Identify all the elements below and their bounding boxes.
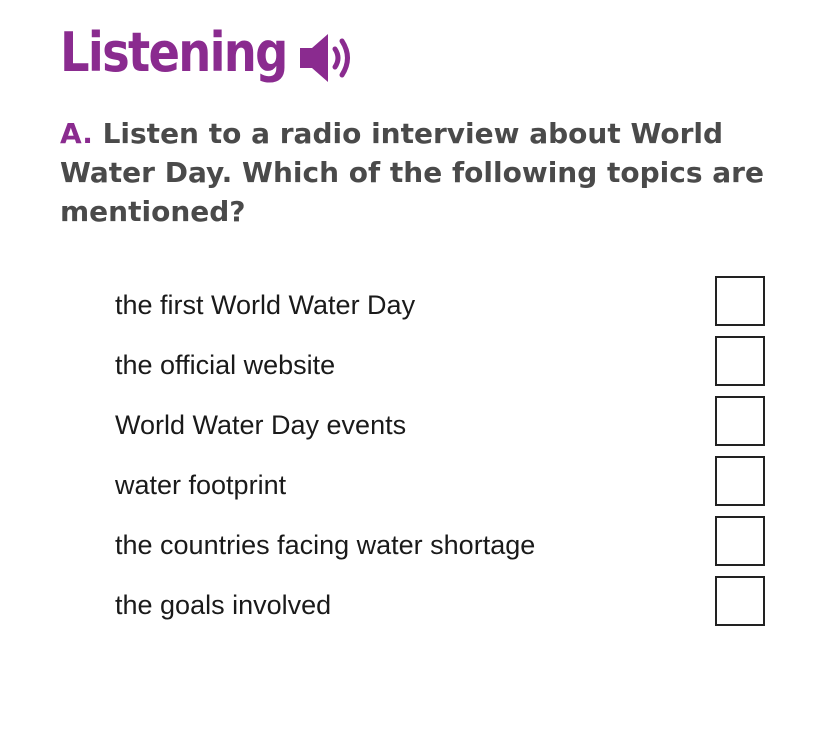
speaker-icon[interactable]: [298, 30, 356, 86]
topic-checkbox[interactable]: [715, 516, 765, 566]
topic-label: World Water Day events: [115, 410, 407, 440]
instruction-text: Listen to a radio interview about World …: [60, 117, 764, 228]
exercise-letter: A.: [60, 117, 93, 150]
exercise-instruction: A. Listen to a radio interview about Wor…: [60, 114, 780, 231]
topic-label: the goals involved: [115, 590, 332, 620]
list-item: World Water Day events: [0, 396, 825, 456]
list-item: the countries facing water shortage: [0, 516, 825, 576]
topic-checkbox[interactable]: [715, 456, 765, 506]
topic-label: the countries facing water shortage: [115, 530, 536, 560]
list-item: the official website: [0, 336, 825, 396]
topic-checkbox[interactable]: [715, 336, 765, 386]
topic-label: the official website: [115, 350, 336, 380]
list-item: the first World Water Day: [0, 276, 825, 336]
topic-label: the first World Water Day: [115, 290, 416, 320]
topic-label: water footprint: [115, 470, 287, 500]
section-header: Listening: [60, 26, 324, 80]
topic-checkbox[interactable]: [715, 576, 765, 626]
list-item: water footprint: [0, 456, 825, 516]
topic-checkbox[interactable]: [715, 396, 765, 446]
topic-checkbox[interactable]: [715, 276, 765, 326]
section-title: Listening: [60, 21, 288, 84]
topic-list: the first World Water Day the official w…: [0, 276, 825, 636]
list-item: the goals involved: [0, 576, 825, 636]
